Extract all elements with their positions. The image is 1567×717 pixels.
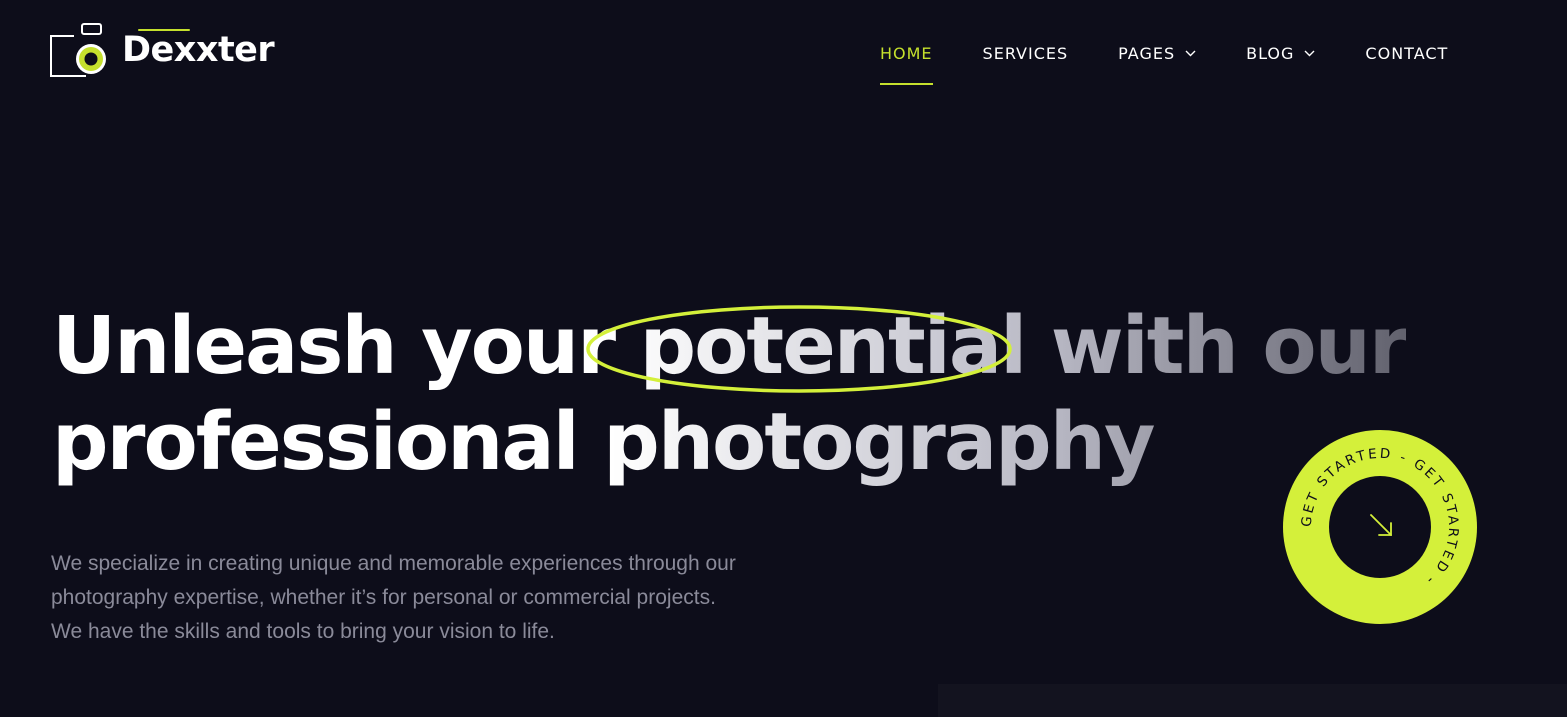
chevron-down-icon (1185, 50, 1196, 56)
nav-pages-label: PAGES (1118, 43, 1176, 63)
nav-home-label: HOME (880, 43, 933, 63)
nav-blog[interactable]: BLOG (1246, 40, 1315, 66)
get-started-badge: GET STARTED - GET STARTED - (1283, 430, 1477, 624)
chevron-down-icon (1304, 50, 1315, 56)
nav-home[interactable]: HOME (880, 40, 933, 85)
bottom-panel (938, 684, 1567, 717)
nav-contact-label: CONTACT (1365, 43, 1449, 63)
hero-heading-line-1: Unleash your potential with our (52, 300, 1406, 392)
nav-services[interactable]: SERVICES (983, 40, 1069, 66)
hero-heading-line-2: professional photography (52, 396, 1154, 488)
nav-blog-label: BLOG (1246, 43, 1295, 63)
hero-heading: Unleash your potential with our professi… (52, 298, 1406, 490)
nav-services-label: SERVICES (982, 43, 1069, 63)
logo[interactable]: Dexxter (50, 22, 275, 78)
site-header: Dexxter HOME SERVICES PAGES BLOG CONTACT (0, 0, 1567, 110)
get-started-button[interactable]: GET STARTED - GET STARTED - (1282, 429, 1478, 625)
camera-icon (50, 23, 106, 77)
main-nav: HOME SERVICES PAGES BLOG CONTACT (880, 40, 1448, 85)
nav-contact[interactable]: CONTACT (1365, 40, 1448, 66)
brand-name: Dexxter (122, 28, 275, 70)
hero-description: We specialize in creating unique and mem… (51, 552, 736, 643)
nav-pages[interactable]: PAGES (1118, 40, 1196, 66)
